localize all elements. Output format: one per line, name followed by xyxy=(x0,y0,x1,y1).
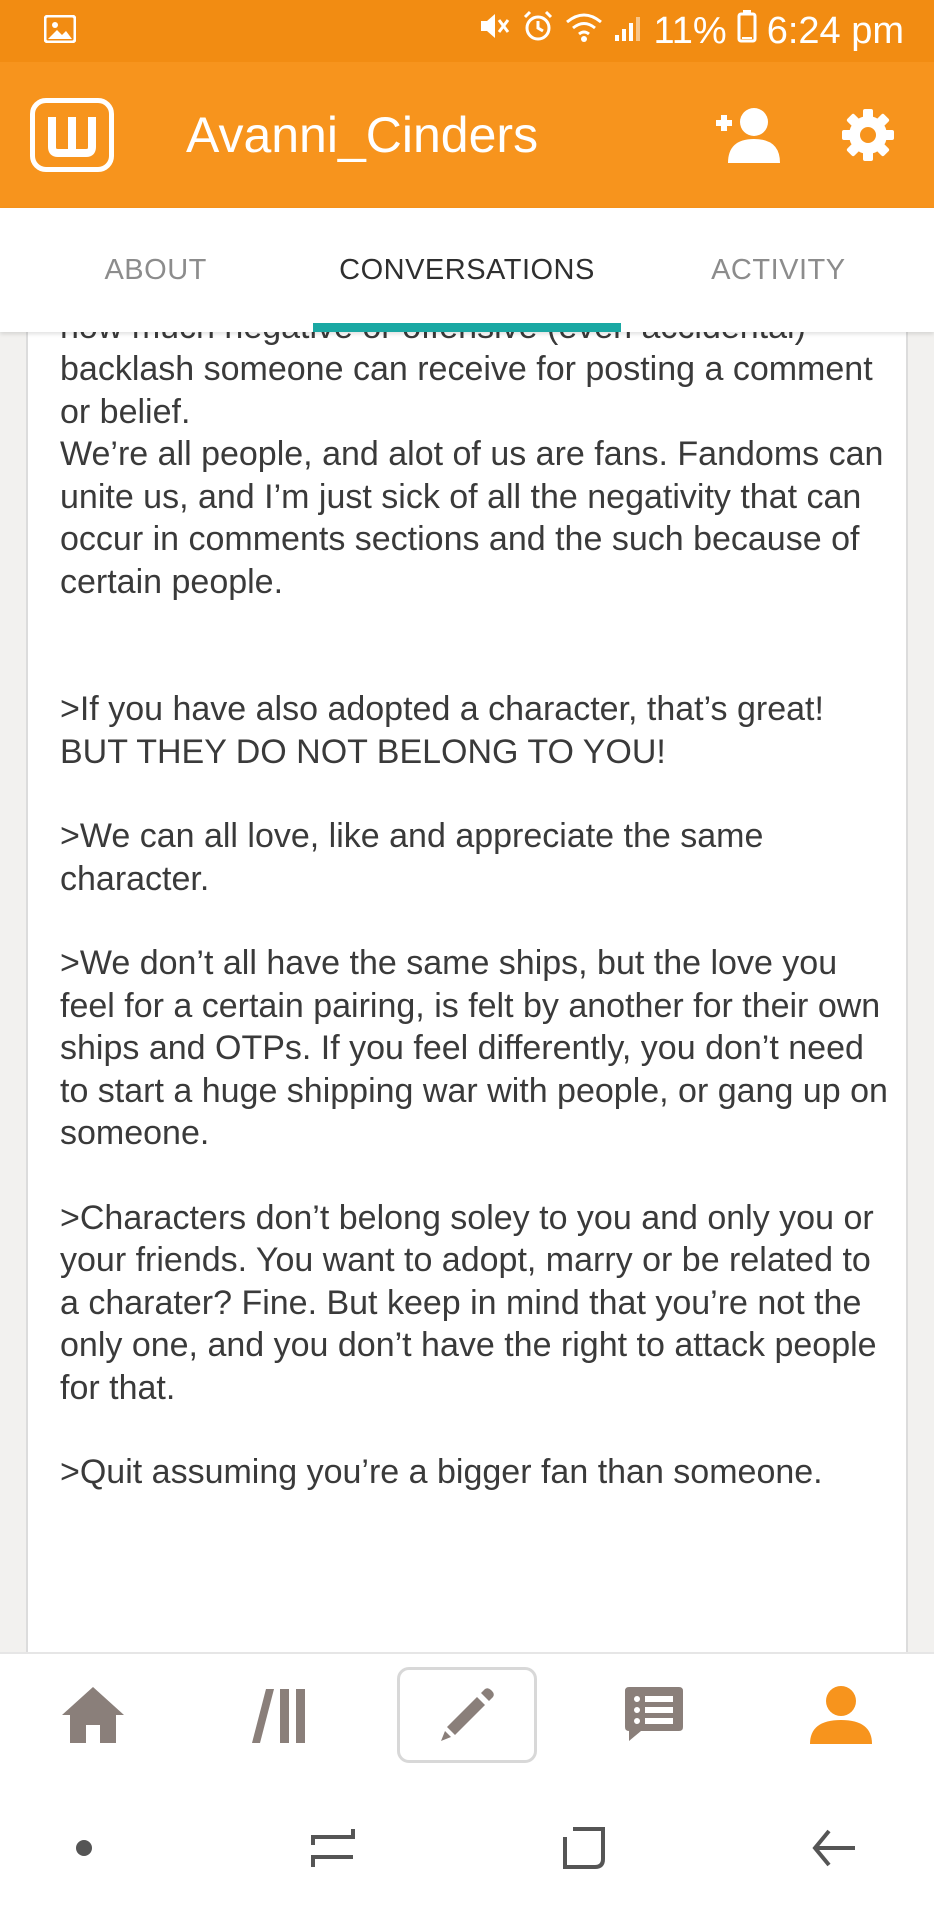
home-square-icon xyxy=(563,1827,605,1869)
alarm-icon xyxy=(521,9,555,53)
library-icon xyxy=(252,1689,306,1743)
profile-icon xyxy=(809,1686,872,1744)
wifi-icon xyxy=(565,10,603,53)
nav-home-button[interactable] xyxy=(23,1667,163,1763)
write-pencil-icon xyxy=(440,1688,494,1741)
status-left xyxy=(43,14,77,48)
gallery-notification-icon xyxy=(43,14,77,48)
dot-icon xyxy=(76,1840,92,1856)
message-paragraph: >Quit assuming you’re a bigger fan than … xyxy=(60,1453,823,1491)
message-body: backlash someone can receive for posting… xyxy=(60,348,890,1494)
add-friend-icon xyxy=(716,108,780,163)
system-navigation xyxy=(0,1776,934,1920)
nav-profile-button[interactable] xyxy=(771,1667,911,1763)
nav-messages-button[interactable] xyxy=(584,1667,724,1763)
message-paragraph: backlash someone can receive for posting… xyxy=(60,350,873,431)
message-paragraph: >If you have also adopted a character, t… xyxy=(60,690,824,771)
battery-percent: 11% xyxy=(653,9,727,52)
settings-gear-icon xyxy=(842,109,894,161)
tab-conversations[interactable]: CONVERSATIONS xyxy=(311,208,622,332)
status-right: 11% 6:24 pm xyxy=(477,9,904,53)
nav-write-button[interactable] xyxy=(396,1667,537,1763)
profile-tabs: ABOUT CONVERSATIONS ACTIVITY xyxy=(0,208,934,332)
recent-apps-icon xyxy=(311,1829,355,1867)
settings-button[interactable] xyxy=(828,95,908,175)
bottom-navigation xyxy=(0,1652,934,1776)
tab-about[interactable]: ABOUT xyxy=(0,208,311,332)
message-paragraph: >We can all love, like and appreciate th… xyxy=(60,817,764,898)
nav-library-button[interactable] xyxy=(210,1667,350,1763)
system-dot-button[interactable] xyxy=(44,1808,124,1888)
battery-icon xyxy=(737,9,757,53)
message-paragraph: We’re all people, and alot of us are fan… xyxy=(60,435,884,601)
page-title: Avanni_Cinders xyxy=(186,107,539,163)
message-paragraph: >Characters don’t belong soley to you an… xyxy=(60,1198,877,1407)
back-button[interactable] xyxy=(794,1808,874,1888)
home-icon xyxy=(62,1687,125,1743)
status-bar: 11% 6:24 pm xyxy=(0,0,934,62)
app-bar: Avanni_Cinders xyxy=(0,62,934,208)
clock-time: 6:24 pm xyxy=(766,9,904,52)
back-arrow-icon xyxy=(812,1829,855,1867)
conversation-message-card[interactable]: how much negative or offensive (even acc… xyxy=(26,332,908,1652)
mute-icon xyxy=(477,9,511,53)
add-friend-button[interactable] xyxy=(704,95,784,175)
tab-activity[interactable]: ACTIVITY xyxy=(623,208,934,332)
home-button[interactable] xyxy=(544,1808,624,1888)
message-paragraph: >We don’t all have the same ships, but t… xyxy=(60,944,888,1152)
recent-apps-button[interactable] xyxy=(294,1808,374,1888)
message-cut-off-line: how much negative or offensive (even acc… xyxy=(60,332,806,348)
wattpad-logo-icon[interactable] xyxy=(30,98,114,172)
signal-icon xyxy=(613,10,643,53)
messages-icon xyxy=(624,1687,683,1741)
